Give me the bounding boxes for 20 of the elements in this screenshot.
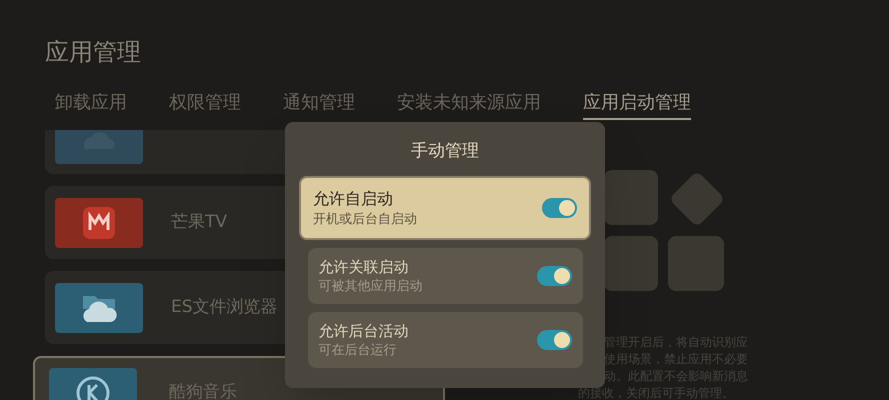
option-subtitle: 可被其他应用启动 xyxy=(318,278,422,296)
dialog-title: 手动管理 xyxy=(411,140,479,162)
tab[interactable]: 卸载应用 xyxy=(55,88,127,120)
page-title: 应用管理 xyxy=(45,37,142,68)
app-name: ES文件浏览器 xyxy=(171,296,278,319)
app-logo-icon xyxy=(82,206,116,240)
tab[interactable]: 权限管理 xyxy=(169,88,241,120)
option-title: 允许后台活动 xyxy=(318,320,408,340)
toggle-switch[interactable] xyxy=(542,198,577,218)
option-row[interactable]: 允许关联启动 可被其他应用启动 xyxy=(308,248,582,304)
tab[interactable]: 通知管理 xyxy=(283,88,355,120)
option-subtitle: 开机或后台自启动 xyxy=(313,210,417,228)
app-name: 芒果TV xyxy=(171,210,228,234)
option-title: 允许自启动 xyxy=(313,188,394,210)
tab[interactable]: 安装未知来源应用 xyxy=(397,88,541,120)
option-row[interactable]: 允许自启动 开机或后台自启动 xyxy=(299,176,591,240)
tab[interactable]: 应用启动管理 xyxy=(583,88,691,120)
toggle-switch[interactable] xyxy=(536,266,572,286)
toggle-switch[interactable] xyxy=(536,330,572,350)
option-row[interactable]: 允许后台活动 可在后台运行 xyxy=(308,312,582,368)
